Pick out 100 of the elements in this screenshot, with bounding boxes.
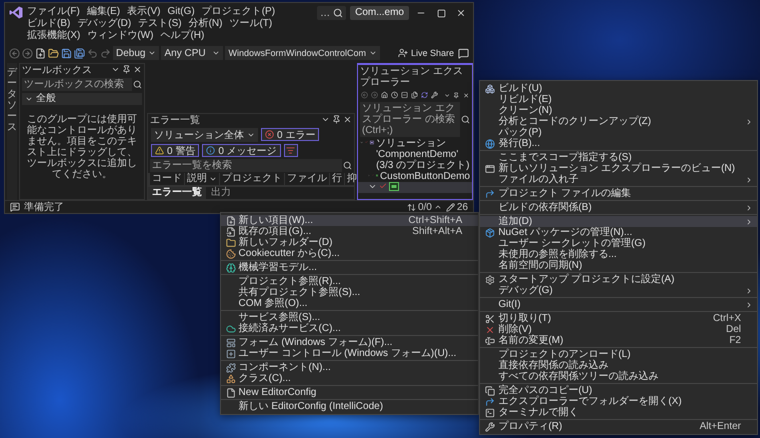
menu-item[interactable]: パック(P) [480,127,757,138]
back-icon[interactable] [9,48,20,58]
pin-icon[interactable] [332,115,341,124]
redo-icon[interactable] [100,48,111,58]
dropdown-icon[interactable] [321,115,330,124]
column-header[interactable]: プロジェクト [220,173,285,185]
menu-item[interactable]: ビルドの依存関係(B) [480,202,757,213]
search-icon[interactable] [343,161,352,170]
sync-icon[interactable] [421,90,428,100]
menu-item[interactable]: リビルド(E) [480,94,757,105]
startup-project-dropdown[interactable]: WindowsFormWindowControlCom [225,46,380,60]
menu-item[interactable]: New EditorConfig [220,387,478,398]
menu-item[interactable]: プロパティ(R) Alt+Enter [480,421,757,432]
menu-item[interactable]: 削除(V) Del [480,324,757,335]
menu-item[interactable]: 既存の項目(G)... Shift+Alt+A [220,226,478,237]
menu-item[interactable]: クラス(C)... [220,373,478,384]
menu-item[interactable]: 名前の変更(M) F2 [480,335,757,346]
menu-item[interactable]: COM 参照(O)... [220,298,478,309]
menu-item[interactable]: 発行(B)... [480,138,757,149]
menu-item[interactable]: 直接依存関係の読み込み [480,360,757,371]
tree-item[interactable]: ソリューション 'ComponentDemo' (3/3 のプロジェクト) [358,138,472,171]
menu-item[interactable]: 共有プロジェクト参照(S)... [220,287,478,298]
menu-item[interactable]: エクスプローラーでフォルダーを開く(X) [480,396,757,407]
menu-item[interactable]: ファイル(F) [27,6,80,18]
platform-dropdown[interactable]: Any CPU [161,46,224,60]
filter-button[interactable]: 0 エラー [261,128,320,141]
show-all-files-icon[interactable] [411,90,418,100]
menu-item[interactable]: デバッグ(D) [77,18,132,30]
changes-indicator[interactable]: 0/0 [406,202,442,212]
history-icon[interactable] [391,90,398,100]
menu-item[interactable]: フォーム (Windows フォーム)(F)... [220,337,478,348]
side-tab[interactable]: データソース [7,63,17,200]
live-share-button[interactable]: Live Share [396,46,456,60]
collapse-icon[interactable] [401,90,408,100]
menu-item[interactable]: デバッグ(G) [480,285,757,296]
filter-button[interactable]: 0 警告 [151,144,200,157]
menu-item[interactable]: プロジェクト参照(R)... [220,276,478,287]
menu-item[interactable]: ツール(T) [229,18,272,30]
menu-item[interactable]: ビルド(B) [27,18,70,30]
menu-item[interactable]: ウィンドウ(W) [87,30,154,42]
menu-item[interactable]: Cookiecutter から(C)... [220,248,478,259]
menu-item[interactable]: ターミナルで開く [480,407,757,418]
save-icon[interactable] [61,48,72,58]
column-header[interactable]: 説明 [185,173,220,185]
menu-item[interactable]: 未使用の参照を削除する... [480,249,757,260]
menu-item[interactable]: 名前空間の同期(N) [480,260,757,271]
open-folder-icon[interactable] [48,48,59,58]
menu-item[interactable]: 表示(V) [127,6,160,18]
menu-item[interactable]: プロジェクトのアンロード(L) [480,349,757,360]
menu-item[interactable]: 拡張機能(X) [27,30,80,42]
menu-item[interactable]: 分析(N) [188,18,222,30]
menu-item[interactable]: 分析とコードのクリーンアップ(Z) [480,116,757,127]
scope-dropdown[interactable]: ソリューション全体 [151,128,258,142]
pin-icon[interactable] [122,65,131,74]
menu-item[interactable]: サービス参照(S)... [220,312,478,323]
save-all-icon[interactable] [74,48,85,58]
search-icon[interactable] [461,115,470,124]
filter-toggle-button[interactable] [284,144,298,157]
filter-button[interactable]: 0 メッセージ [202,144,281,157]
feedback-icon[interactable] [458,48,469,58]
pin-icon[interactable] [453,90,460,100]
column-header[interactable]: ファイル [285,173,330,185]
tree-item[interactable]: CustomButtonDemo [358,171,472,182]
close-icon[interactable] [343,115,352,124]
menu-item[interactable]: すべての依存関係ツリーの読み込み [480,371,757,382]
menu-item[interactable]: コンポーネント(N)... [220,362,478,373]
menu-item[interactable]: クリーン(N) [480,105,757,116]
dropdown-icon[interactable] [209,175,217,183]
column-header[interactable]: コード [150,173,185,185]
menu-item[interactable]: 新しい項目(W)... Ctrl+Shift+A [220,215,478,226]
edits-indicator[interactable]: 26 [446,202,468,212]
menu-item[interactable]: ここまでスコープ指定する(S) [480,152,757,163]
menu-item[interactable]: 追加(D) [480,216,757,227]
menu-item[interactable]: 機械学習モデル... [220,262,478,273]
menu-item[interactable]: 接続済みサービス(C)... [220,323,478,334]
menu-item[interactable]: 新しいソリューション エクスプローラーのビュー(N) [480,163,757,174]
menu-item[interactable]: ユーザー コントロール (Windows フォーム)(U)... [220,348,478,359]
undo-icon[interactable] [87,48,98,58]
dropdown-icon[interactable] [111,65,120,74]
close-icon[interactable] [462,90,470,100]
menu-item[interactable]: スタートアップ プロジェクトに設定(A) [480,274,757,285]
back-icon[interactable] [361,90,368,100]
menu-item[interactable]: ビルド(U) [480,83,757,94]
tree-item[interactable] [358,182,472,193]
configuration-dropdown[interactable]: Debug [113,46,160,60]
menu-item[interactable]: 切り取り(T) Ctrl+X [480,313,757,324]
menu-item[interactable]: プロジェクト(P) [202,6,276,18]
menu-item[interactable]: 完全パスのコピー(U) [480,385,757,396]
wrench-icon[interactable] [431,90,438,100]
new-file-icon[interactable] [35,48,46,58]
panel-tab[interactable]: エラー一覧 [148,187,206,199]
search-field[interactable]: ツールボックスの検索 [22,78,132,91]
menu-item[interactable]: Git(G) [167,6,195,18]
close-icon[interactable] [133,65,142,74]
menu-item[interactable]: ヘルプ(H) [160,30,204,42]
toolbox-group[interactable]: 全般 [22,93,142,105]
menu-item[interactable]: 新しい EditorConfig (IntelliCode) [220,401,478,412]
menu-item[interactable]: 編集(E) [86,6,120,18]
search-box[interactable]: … [317,6,346,20]
menu-item[interactable]: ファイルの入れ子 [480,174,757,185]
